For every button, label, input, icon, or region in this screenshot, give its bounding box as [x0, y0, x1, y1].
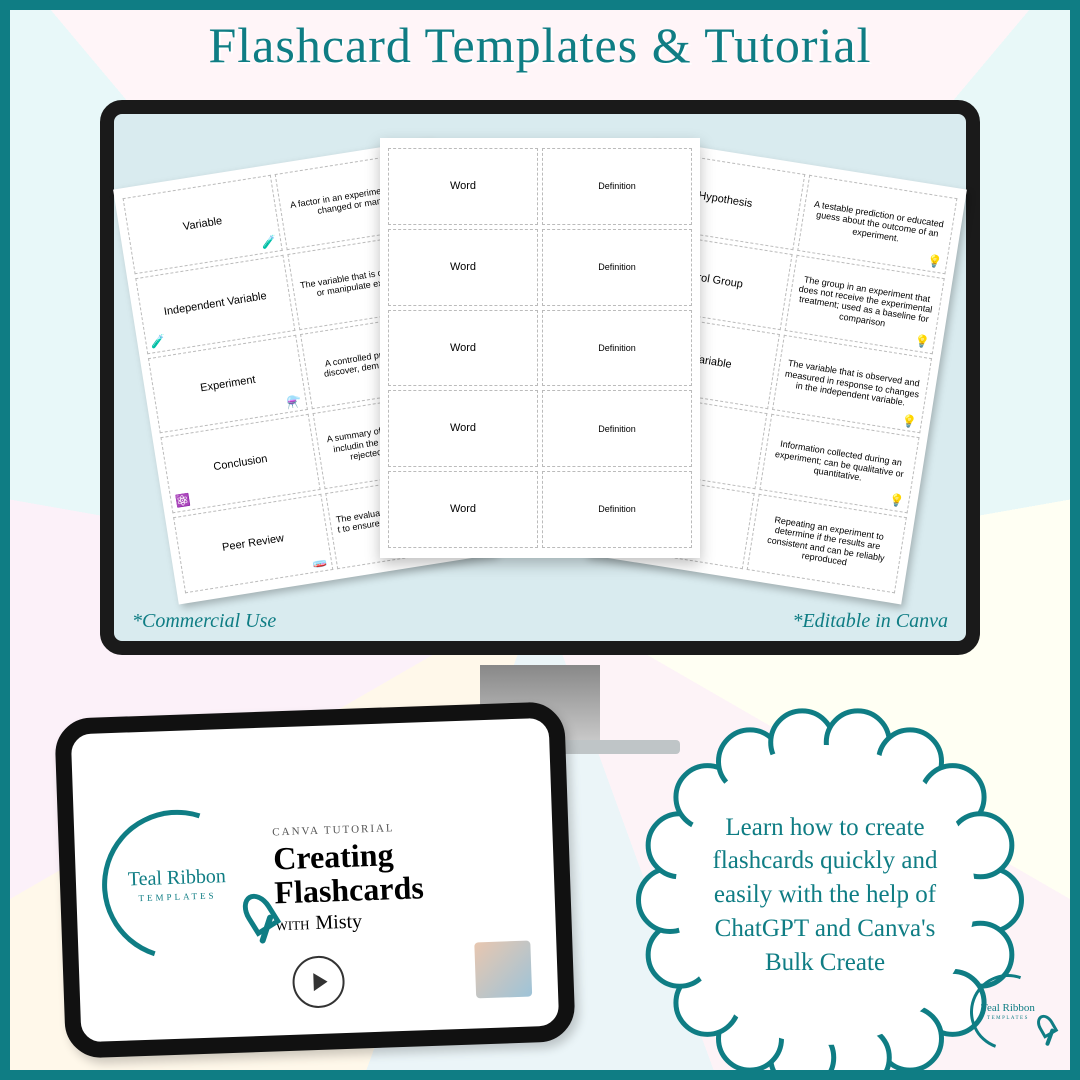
corner-brand-logo: Teal Ribbon TEMPLATES — [970, 974, 1050, 1054]
list-item: Word — [388, 310, 538, 387]
bulb-icon: 💡 — [914, 334, 931, 350]
note-commercial-use: *Commercial Use — [132, 610, 276, 633]
list-item: Word — [388, 229, 538, 306]
list-item: Definition — [542, 471, 692, 548]
list-item: Word — [388, 390, 538, 467]
promo-badge: Learn how to create flashcards quickly a… — [640, 710, 1010, 1080]
flashcard-sheets: Variable🧪 A factor in an experiment can … — [144, 132, 936, 586]
tablet-mockup: Teal Ribbon TEMPLATES CANVA TUTORIAL Cre… — [54, 701, 576, 1059]
brand-sub: TEMPLATES — [981, 1016, 1035, 1021]
atom-icon: ⚛️ — [175, 494, 192, 510]
brand-name: Teal Ribbon — [981, 1003, 1035, 1014]
testtubes-icon: 🧪 — [150, 334, 167, 350]
tutorial-subtitle: CANVA TUTORIAL — [272, 820, 448, 838]
brand-sub: TEMPLATES — [128, 890, 226, 903]
author-avatar — [474, 941, 532, 999]
ribbon-icon — [242, 892, 280, 943]
promo-text: Learn how to create flashcards quickly a… — [675, 745, 975, 1045]
tutorial-title: Creating Flashcards — [273, 836, 451, 909]
beaker-icon: ⚗️ — [286, 394, 303, 410]
brand-name: Teal Ribbon — [128, 866, 227, 889]
bulb-icon: 💡 — [901, 414, 918, 430]
author-signature: Misty — [315, 910, 362, 935]
list-item: Definition — [542, 229, 692, 306]
list-item: Definition — [542, 148, 692, 225]
bulb-icon: 💡 — [926, 254, 943, 270]
ribbon-icon — [1036, 1014, 1058, 1044]
list-item: Definition — [542, 310, 692, 387]
petri-icon: 🧫 — [311, 554, 328, 570]
monitor-mockup: Variable🧪 A factor in an experiment can … — [100, 100, 980, 655]
note-editable-canva: *Editable in Canva — [792, 610, 948, 633]
list-item: Word — [388, 471, 538, 548]
sheet-center: Word Definition Word Definition Word Def… — [380, 138, 700, 558]
list-item: Definition — [542, 390, 692, 467]
list-item: Word — [388, 148, 538, 225]
page-title: Flashcard Templates & Tutorial — [10, 16, 1070, 74]
brand-logo: Teal Ribbon TEMPLATES — [76, 784, 278, 986]
bulb-icon: 💡 — [888, 494, 905, 510]
flask-icon: 🧪 — [260, 235, 277, 251]
play-button[interactable] — [292, 955, 346, 1009]
